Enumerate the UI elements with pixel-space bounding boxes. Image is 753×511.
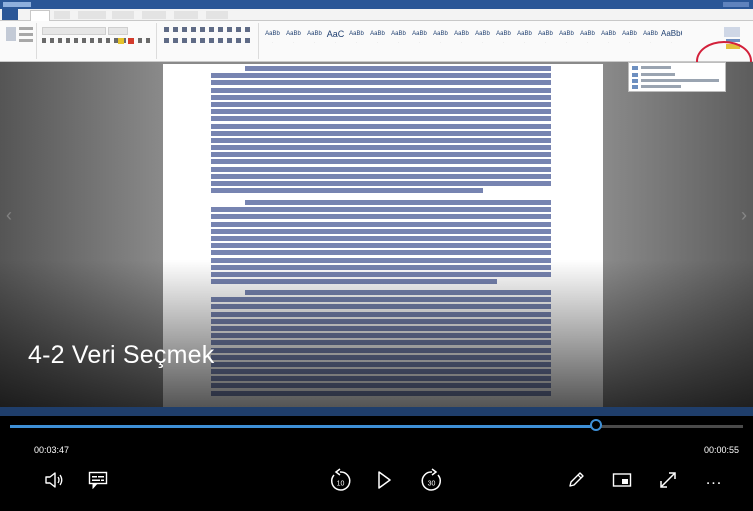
- tab-review: [174, 11, 198, 19]
- tab-home: [30, 10, 50, 21]
- fullscreen-icon: [660, 472, 676, 488]
- chapter-title: 4-2 Veri Seçmek: [28, 341, 215, 369]
- select-dropdown-menu: [628, 62, 726, 92]
- miniview-icon: [612, 473, 632, 487]
- volume-button[interactable]: [40, 466, 68, 494]
- playback-controls: 00:03:47 00:00:55 10 30 ...: [0, 416, 753, 511]
- subtitles-icon: [88, 471, 108, 489]
- tab-references: [142, 11, 166, 19]
- fullscreen-button[interactable]: [654, 466, 682, 494]
- rewind-icon: 10: [331, 468, 351, 491]
- tab-insert: [54, 11, 70, 19]
- pen-button[interactable]: [562, 466, 590, 494]
- font-color-icon: [128, 38, 134, 44]
- svg-text:10: 10: [337, 481, 345, 488]
- word-ribbon-tabs: [0, 9, 753, 21]
- svg-text:30: 30: [428, 481, 436, 488]
- tab-file: [2, 9, 18, 20]
- rewind-button[interactable]: 10: [326, 466, 354, 494]
- elapsed-time: 00:03:47: [34, 445, 70, 455]
- word-title-bar: [0, 0, 753, 9]
- quick-access-toolbar: [3, 2, 31, 7]
- highlight-color-icon: [118, 38, 124, 44]
- word-status-bar: [0, 407, 753, 416]
- video-frame[interactable]: AaBb. AaBb. AaBb. AaC. AaBb. AaBb. AaBb.…: [0, 0, 753, 425]
- progress-thumb[interactable]: [590, 419, 603, 431]
- paragraph-group: [158, 23, 259, 59]
- pen-icon: [569, 472, 584, 487]
- next-arrow-icon: ›: [741, 205, 747, 225]
- play-button[interactable]: [370, 466, 398, 494]
- miniview-button[interactable]: [608, 466, 636, 494]
- play-icon: [378, 471, 391, 489]
- previous-arrow-icon: ‹: [6, 205, 12, 225]
- tab-layout: [112, 11, 134, 19]
- clipboard-group: [2, 23, 37, 59]
- selected-paragraph-1: [211, 66, 551, 195]
- media-player: AaBb. AaBb. AaBb. AaC. AaBb. AaBb. AaBb.…: [0, 0, 753, 511]
- more-options-button[interactable]: ...: [700, 466, 728, 494]
- volume-icon: [45, 472, 63, 488]
- window-controls: [723, 2, 749, 7]
- tab-view: [206, 11, 228, 19]
- styles-gallery: AaBb. AaBb. AaBb. AaC. AaBb. AaBb. AaBb.…: [265, 29, 682, 44]
- remaining-time: 00:00:55: [703, 445, 739, 455]
- progress-bar[interactable]: [10, 419, 743, 431]
- progress-fill: [10, 425, 597, 428]
- subtitles-button[interactable]: [84, 466, 112, 494]
- word-ribbon: AaBb. AaBb. AaBb. AaC. AaBb. AaBb. AaBb.…: [0, 21, 753, 81]
- forward-icon: 30: [421, 468, 441, 491]
- font-group: [38, 23, 157, 59]
- forward-button[interactable]: 30: [418, 466, 446, 494]
- tab-design: [78, 11, 106, 19]
- paste-icon: [6, 27, 16, 41]
